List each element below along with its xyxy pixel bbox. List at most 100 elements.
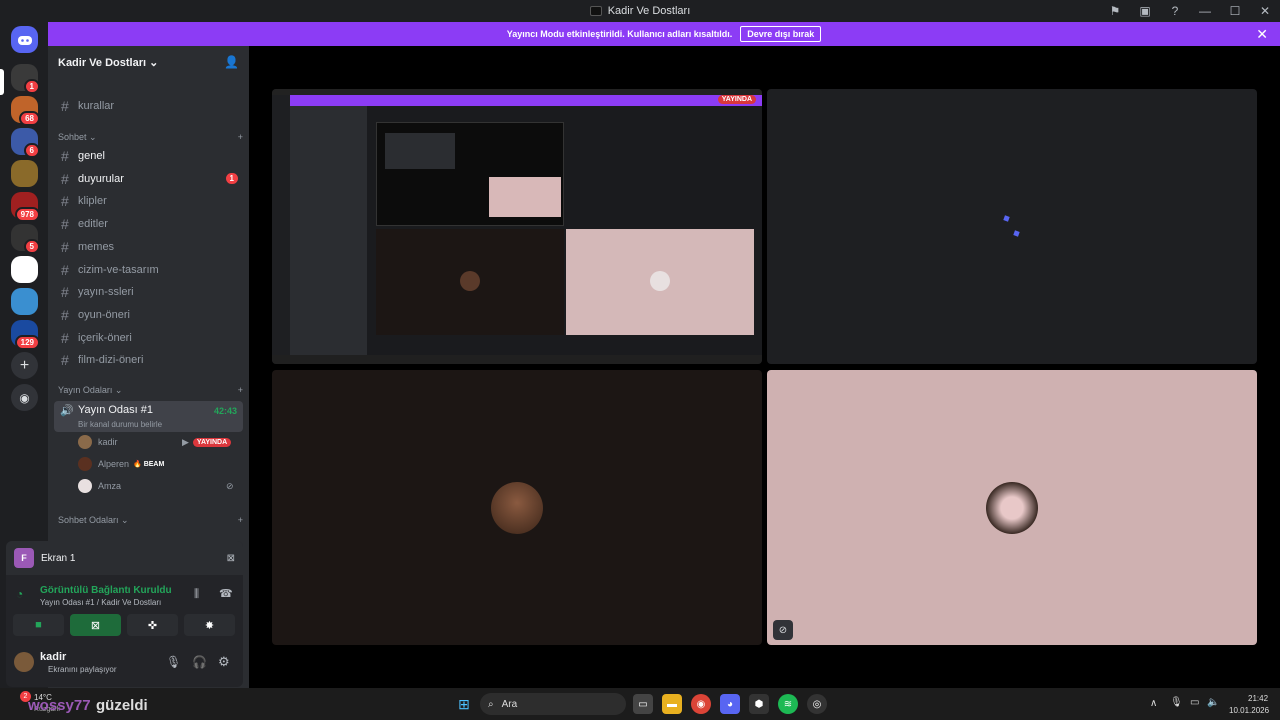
channel-yayın-ssleri[interactable]: # yayın-ssleri — [56, 282, 243, 302]
channel-genel[interactable]: # genel — [56, 146, 243, 166]
server-icon[interactable]: 68 — [11, 96, 40, 126]
category-sohbet-odalari[interactable]: Sohbet Odaları ⌄ + — [58, 515, 243, 526]
hash-icon: # — [61, 284, 69, 301]
clock-date[interactable]: 10.01.2026 — [1229, 706, 1269, 715]
help-icon[interactable]: ? — [1160, 0, 1190, 22]
hash-icon: # — [61, 238, 69, 255]
channel-cizim-ve-tasarım[interactable]: # cizim-ve-tasarım — [56, 260, 243, 280]
user-tile-alperen[interactable] — [272, 370, 762, 645]
settings-gear-icon[interactable]: ⚙ — [218, 654, 230, 670]
soundboard-button[interactable]: ✸ — [184, 614, 235, 636]
add-server-button[interactable]: + — [11, 352, 38, 379]
noise-suppression-icon[interactable]: ⫼ — [194, 588, 199, 601]
server-icon[interactable] — [11, 256, 38, 283]
voice-user-alperen[interactable]: Alperen 🔥 BEAM — [78, 455, 164, 473]
steam-icon[interactable]: ◎ — [807, 694, 827, 714]
window-title: Kadir Ve Dostları — [607, 5, 691, 17]
hash-icon: # — [61, 329, 69, 346]
user-tile-amza[interactable]: ⊘ — [767, 370, 1257, 645]
file-explorer-icon[interactable]: ▬ — [662, 694, 682, 714]
screen-share-tile[interactable]: YAYINDA — [272, 89, 762, 364]
minimize-button[interactable]: — — [1190, 0, 1220, 22]
server-icon[interactable]: 1 — [11, 64, 40, 94]
banner-text: Yayıncı Modu etkinleştirildi. Kullanıcı … — [506, 29, 733, 39]
hash-icon: # — [61, 352, 69, 369]
server-icon[interactable]: 5 — [11, 224, 40, 254]
live-badge: YAYINDA — [717, 95, 756, 104]
add-channel-icon[interactable]: + — [238, 515, 243, 526]
server-icon[interactable] — [11, 288, 38, 315]
channel-status-text[interactable]: Bir kanal durumu belirle — [78, 420, 162, 429]
channel-içerik-öneri[interactable]: # içerik-öneri — [56, 328, 243, 348]
voice-user-kadir[interactable]: kadir ▶ YAYINDA — [78, 433, 232, 451]
channel-klipler[interactable]: # klipler — [56, 191, 243, 211]
category-yayin-odalari[interactable]: Yayın Odaları ⌄ + — [58, 385, 243, 396]
empty-video-tile[interactable] — [767, 89, 1257, 364]
tray-network-icon[interactable]: ▭ — [1190, 697, 1199, 708]
channel-film-dizi-öneri[interactable]: # film-dizi-öneri — [56, 350, 243, 370]
channel-kurallar[interactable]: # kurallar — [56, 96, 243, 116]
screen-share-button[interactable]: ⊠ — [70, 614, 121, 636]
close-window-button[interactable]: ✕ — [1250, 0, 1280, 22]
add-member-icon[interactable]: 👤 — [224, 55, 239, 69]
hash-icon: # — [61, 193, 69, 210]
headphones-icon[interactable]: 🎧 — [192, 655, 207, 669]
home-button[interactable] — [11, 26, 38, 53]
nested-tile-2 — [566, 122, 754, 226]
server-badge: 68 — [19, 111, 40, 126]
flag-icon[interactable]: ⚑ — [1100, 0, 1130, 22]
maximize-button[interactable]: ☐ — [1220, 0, 1250, 22]
taskbar-search[interactable]: ⌕ Ara — [480, 693, 626, 715]
disconnect-icon[interactable]: ☎ — [219, 587, 233, 600]
camera-button[interactable]: ■ — [13, 614, 64, 636]
user-panel: F Ekran 1 ⊠ ◔ Görüntülü Bağlantı Kuruldu… — [6, 541, 243, 687]
nested-channel-list — [290, 106, 367, 355]
add-channel-icon[interactable]: + — [238, 385, 243, 396]
connection-channel[interactable]: Yayın Odası #1 / Kadir Ve Dostları — [40, 598, 161, 607]
mention-badge: 1 — [225, 173, 238, 185]
windows-start-icon[interactable]: ⊞ — [454, 694, 474, 714]
discord-logo-icon — [17, 35, 32, 45]
server-icon[interactable]: 6 — [11, 128, 40, 158]
discord-icon[interactable]: ◕ — [720, 694, 740, 714]
server-icon[interactable]: 129 — [11, 320, 40, 350]
channel-memes[interactable]: # memes — [56, 237, 243, 257]
server-icon[interactable]: 978 — [11, 192, 40, 222]
channel-editler[interactable]: # editler — [56, 214, 243, 234]
tray-volume-icon[interactable]: 🔈 — [1207, 697, 1219, 708]
user-name[interactable]: kadir — [40, 651, 66, 663]
channel-oyun-öneri[interactable]: # oyun-öneri — [56, 305, 243, 325]
channel-name: duyurular — [78, 172, 124, 185]
microphone-icon[interactable]: 🎙 — [166, 655, 181, 669]
server-badge: 129 — [14, 335, 40, 350]
category-sohbet[interactable]: Sohbet ⌄ + — [58, 132, 243, 143]
voice-channel-name: Yayın Odası #1 — [78, 404, 154, 416]
channel-name: içerik-öneri — [78, 331, 132, 344]
server-icon[interactable] — [11, 160, 38, 187]
voice-user-amza[interactable]: Amza ⊘ — [78, 477, 234, 495]
spotify-icon[interactable]: ≋ — [778, 694, 798, 714]
overlay-name: wossy77 — [28, 697, 91, 714]
voice-channel-yayin-odasi[interactable]: 🔊 Yayın Odası #1 42:43 Bir kanal durumu … — [54, 401, 243, 432]
app-icon[interactable]: ⬢ — [749, 694, 769, 714]
guild-header[interactable]: Kadir Ve Dostları ⌄ 👤 — [48, 46, 249, 78]
close-banner-icon[interactable]: ✕ — [1256, 26, 1268, 43]
tray-chevron-icon[interactable]: ∧ — [1150, 698, 1157, 709]
disable-streamer-mode-button[interactable]: Devre dışı bırak — [740, 26, 822, 42]
server-badge: 978 — [14, 207, 40, 222]
channel-duyurular[interactable]: # duyurular 1 — [56, 169, 243, 189]
avatar — [78, 479, 92, 493]
speaker-icon: 🔊 — [60, 405, 74, 417]
tray-mic-icon[interactable]: 🎙 — [1170, 697, 1183, 708]
inbox-icon[interactable]: ▣ — [1130, 0, 1160, 22]
stream-preview-card[interactable]: F Ekran 1 ⊠ — [6, 541, 243, 575]
user-avatar[interactable] — [14, 652, 34, 672]
add-channel-icon[interactable]: + — [238, 132, 243, 143]
explore-icon[interactable]: ◉ — [11, 384, 38, 411]
connection-status[interactable]: Görüntülü Bağlantı Kuruldu — [40, 585, 172, 596]
stop-stream-icon[interactable]: ⊠ — [227, 553, 235, 564]
activity-button[interactable]: ✜ — [127, 614, 178, 636]
chrome-icon[interactable]: ◉ — [691, 694, 711, 714]
task-view-icon[interactable]: ▭ — [633, 694, 653, 714]
clock-time[interactable]: 21:42 — [1248, 694, 1268, 703]
